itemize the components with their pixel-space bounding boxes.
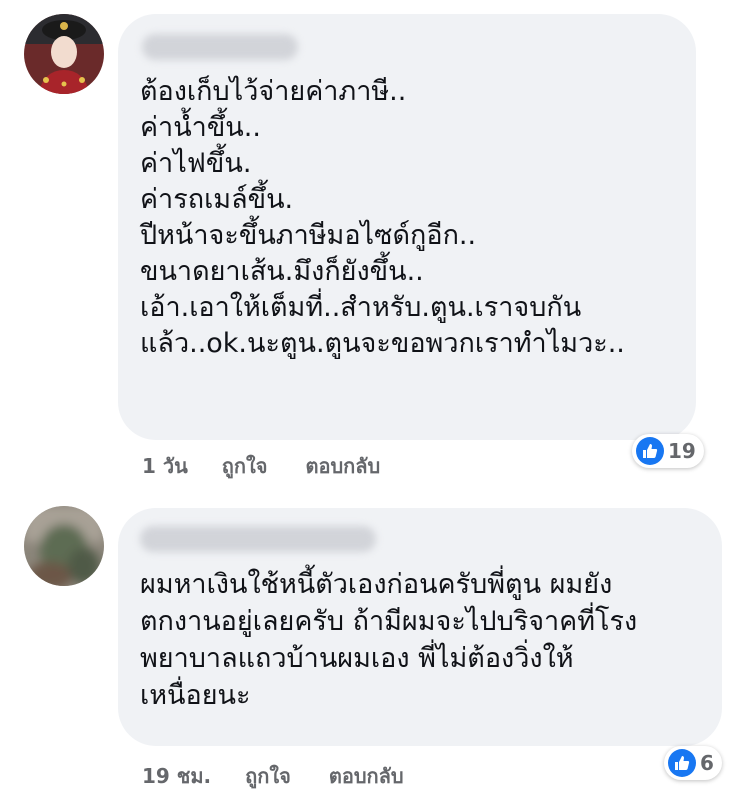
comment-text-line: ตกงานอยู่เลยครับ ถ้ามีผมจะไปบริจาคที่โรง (140, 606, 638, 637)
comment-text-line: ขนาดยาเส้น.มึงก็ยังขึ้น.. (140, 256, 424, 287)
thumbs-up-icon (668, 749, 696, 777)
avatar[interactable] (24, 14, 104, 94)
comment-text-line: ค่าน้ำขึ้น.. (140, 112, 261, 143)
reaction-count: 19 (668, 439, 696, 463)
comment: ต้องเก็บไว้จ่ายค่าภาษี.. ค่าน้ำขึ้น.. ค่… (0, 0, 750, 490)
avatar-image (24, 506, 104, 586)
timestamp[interactable]: 19 ชม. (142, 760, 211, 792)
like-link[interactable]: ถูกใจ (222, 450, 268, 482)
comment-text: ผมหาเงินใช้หนี้ตัวเองก่อนครับพี่ตูน ผมยั… (140, 566, 637, 714)
comment-text-line: ผมหาเงินใช้หนี้ตัวเองก่อนครับพี่ตูน ผมยั… (140, 569, 613, 600)
comment-text-line: พยาบาลแถวบ้านผมเอง พี่ไม่ต้องวิ่งให้ (140, 643, 574, 674)
comment-meta: 1 วัน ถูกใจ ตอบกลับ (142, 450, 380, 482)
comment-text-line: เอ้า.เอาให้เต็มที่..สำหรับ.ตูน.เราจบกัน (140, 292, 582, 323)
comment-text-line: ค่ารถเมล์ขึ้น. (140, 184, 294, 215)
comment-meta: 19 ชม. ถูกใจ ตอบกลับ (142, 760, 404, 792)
comment-text-line: แล้ว..ok.นะตูน.ตูนจะขอพวกเราทำไมวะ.. (140, 328, 625, 359)
commenter-name-blurred[interactable] (140, 526, 376, 552)
timestamp[interactable]: 1 วัน (142, 450, 188, 482)
comment-bubble: ผมหาเงินใช้หนี้ตัวเองก่อนครับพี่ตูน ผมยั… (118, 508, 722, 746)
reaction-count: 6 (700, 751, 714, 775)
comment-bubble: ต้องเก็บไว้จ่ายค่าภาษี.. ค่าน้ำขึ้น.. ค่… (118, 14, 696, 440)
thumbs-up-icon (636, 437, 664, 465)
comment-text-line: ปีหน้าจะขึ้นภาษีมอไซด์กูอีก.. (140, 220, 477, 251)
reply-link[interactable]: ตอบกลับ (329, 760, 404, 792)
comment-text-line: ค่าไฟขึ้น. (140, 148, 252, 179)
avatar[interactable] (24, 506, 104, 586)
comment: ผมหาเงินใช้หนี้ตัวเองก่อนครับพี่ตูน ผมยั… (0, 490, 750, 792)
comment-text: ต้องเก็บไว้จ่ายค่าภาษี.. ค่าน้ำขึ้น.. ค่… (140, 74, 625, 362)
like-link[interactable]: ถูกใจ (245, 760, 291, 792)
comment-text-line: ต้องเก็บไว้จ่ายค่าภาษี.. (140, 76, 407, 107)
avatar-image (24, 14, 104, 94)
reply-link[interactable]: ตอบกลับ (305, 450, 380, 482)
comment-text-line: เหนื่อยนะ (140, 680, 251, 711)
reaction-badge[interactable]: 19 (632, 434, 704, 468)
reaction-badge[interactable]: 6 (664, 746, 722, 780)
commenter-name-blurred[interactable] (142, 34, 298, 60)
